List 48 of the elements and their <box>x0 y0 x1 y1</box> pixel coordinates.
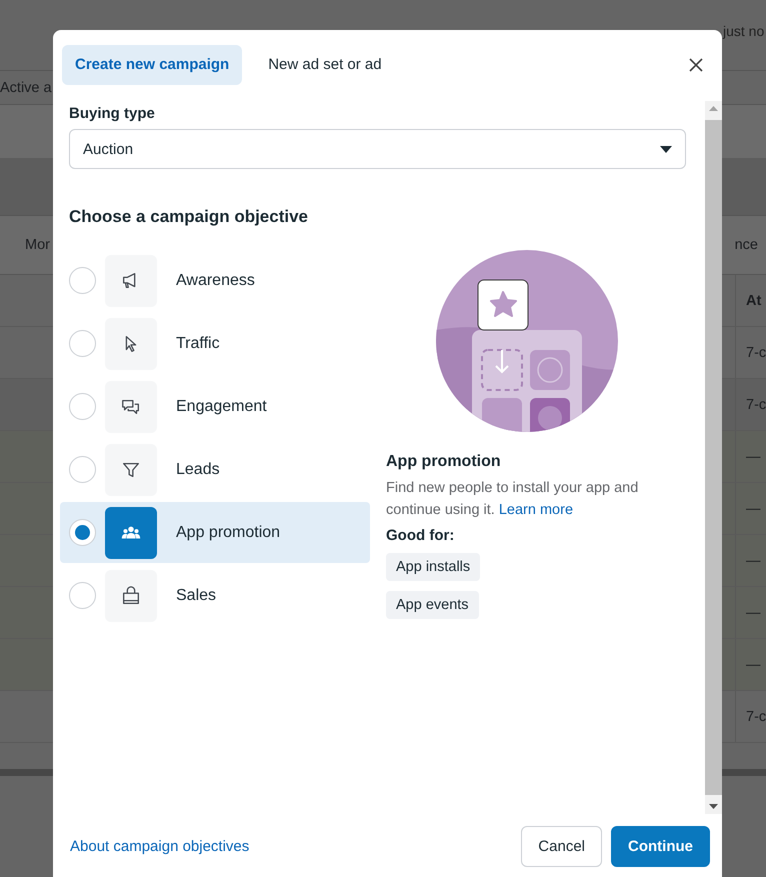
radio-button[interactable] <box>69 519 96 546</box>
radio-button[interactable] <box>69 393 96 420</box>
objective-description: Find new people to install your app and continue using it. Learn more <box>386 479 640 520</box>
shopping-bag-icon <box>120 584 142 607</box>
table-cell: — <box>735 431 766 482</box>
section-heading: Choose a campaign objective <box>69 207 310 228</box>
objective-label: Traffic <box>176 334 220 353</box>
goal-tag: App installs <box>386 553 480 582</box>
table-cell: — <box>735 483 766 534</box>
table-cell: 7-c <box>735 327 766 378</box>
about-objectives-link[interactable]: About campaign objectives <box>70 838 250 855</box>
objective-title: App promotion <box>386 453 501 472</box>
objective-option[interactable]: Traffic <box>60 313 370 374</box>
field-label: Buying type <box>69 105 156 122</box>
dialog-tab[interactable]: New ad set or ad <box>255 44 395 85</box>
continue-button[interactable]: Continue <box>611 826 710 867</box>
update-status: just no <box>723 23 764 39</box>
objective-option[interactable]: App promotion <box>60 502 370 564</box>
dialog-tab[interactable]: Create new campaign <box>62 44 242 85</box>
objective-label: Leads <box>176 460 220 479</box>
caret-icon <box>660 146 672 153</box>
table-cell: — <box>735 535 766 586</box>
buying-type-dropdown[interactable]: Auction <box>69 129 686 170</box>
radio-button[interactable] <box>69 267 96 294</box>
table-cell: 7-c <box>735 379 766 430</box>
scroll-up-icon[interactable] <box>709 106 718 112</box>
objective-option[interactable]: Sales <box>60 565 370 626</box>
scrollbar[interactable] <box>705 101 722 814</box>
goal-tag: App events <box>386 591 479 620</box>
table-cell: — <box>735 639 766 690</box>
objective-label: App promotion <box>176 524 280 542</box>
column-header: At <box>735 275 766 326</box>
objective-option[interactable]: Awareness <box>60 250 370 312</box>
radio-button[interactable] <box>69 330 96 358</box>
table-cell: — <box>735 587 766 638</box>
cancel-button[interactable]: Cancel <box>521 826 602 867</box>
objective-option[interactable]: Engagement <box>60 376 370 438</box>
radio-button[interactable] <box>69 456 96 484</box>
objective-label: Awareness <box>176 272 255 290</box>
good-for-label: Good for: <box>386 527 454 544</box>
objective-label: Sales <box>176 586 216 605</box>
objective-label: Engagement <box>176 398 267 416</box>
radio-button[interactable] <box>69 582 96 610</box>
scroll-down-icon[interactable] <box>709 804 718 809</box>
table-cell: 7-c <box>735 691 766 742</box>
objective-option[interactable]: Leads <box>60 439 370 500</box>
close-icon[interactable] <box>689 58 703 72</box>
learn-more-link[interactable]: Learn more <box>498 502 574 518</box>
